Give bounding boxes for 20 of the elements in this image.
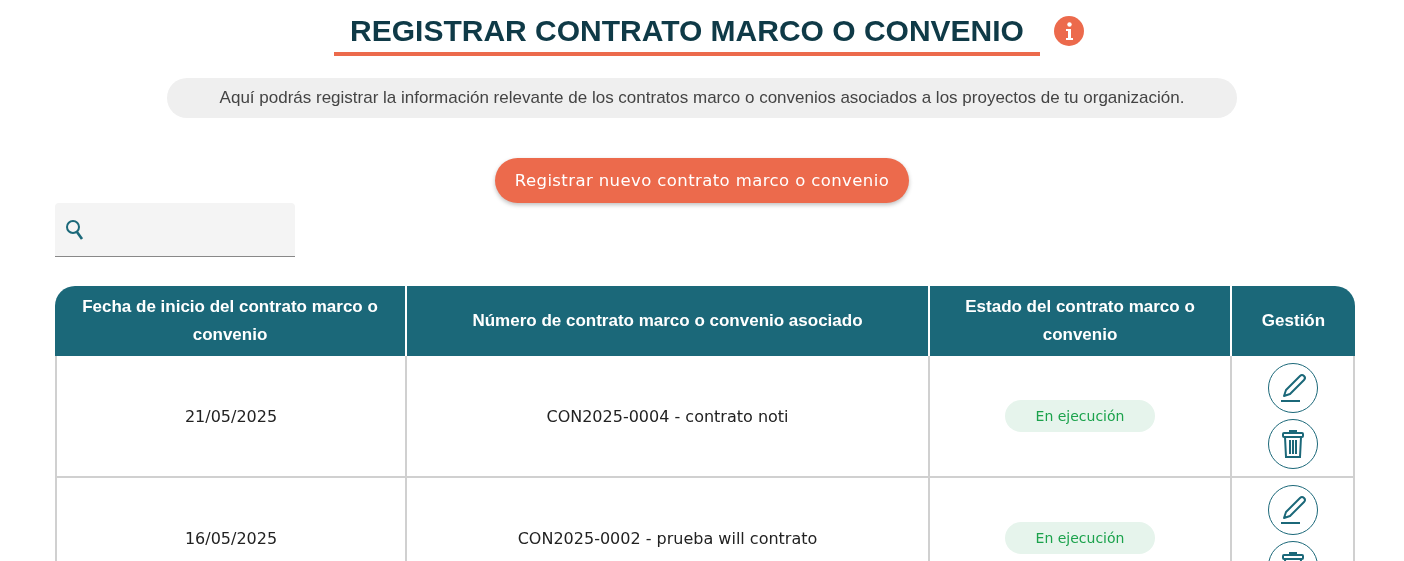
page-title: REGISTRAR CONTRATO MARCO O CONVENIO xyxy=(334,12,1040,56)
status-badge: En ejecución xyxy=(1004,400,1156,432)
column-header: Fecha de inicio del contrato marco o convenio xyxy=(55,286,405,356)
delete-button[interactable] xyxy=(1267,419,1318,469)
edit-button[interactable] xyxy=(1267,363,1318,413)
contract-text: CON2025-0004 - contrato noti xyxy=(546,406,789,426)
new-contract-button[interactable]: Registrar nuevo contrato marco o convenio xyxy=(494,158,910,203)
contract-text: CON2025-0002 - prueba will contrato xyxy=(517,528,818,548)
trash-icon xyxy=(1280,429,1305,459)
search-field[interactable] xyxy=(55,203,295,257)
column-header: Número de contrato marco o convenio asociado xyxy=(405,286,928,356)
date-text: 21/05/2025 xyxy=(184,406,278,426)
column-header: Estado del contrato marco o convenio xyxy=(928,286,1230,356)
description-text: Aquí podrás registrar la información relevante de los contratos marco o convenios asociados a los proyectos de tu organización. xyxy=(167,78,1237,118)
edit-button[interactable] xyxy=(1267,485,1318,535)
date-text: 16/05/2025 xyxy=(184,528,278,548)
info-icon[interactable] xyxy=(1053,16,1084,46)
search-icon xyxy=(65,218,85,241)
status-badge: En ejecución xyxy=(1004,522,1156,554)
column-header: Gestión xyxy=(1230,286,1355,356)
